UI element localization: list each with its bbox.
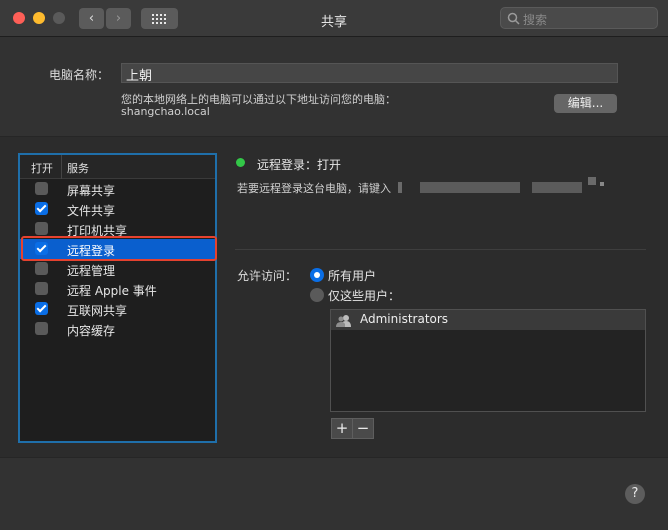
edit-button[interactable]: 编辑...: [554, 94, 617, 113]
search-placeholder: 搜索: [523, 13, 548, 27]
bottom-divider: [0, 457, 668, 458]
radio-only-these-users[interactable]: [310, 288, 324, 302]
local-address: shangchao.local: [121, 105, 210, 118]
service-checkbox[interactable]: [35, 202, 48, 215]
allow-access-label: 允许访问：: [237, 269, 298, 283]
column-header-on[interactable]: 打开: [31, 160, 53, 176]
service-checkbox[interactable]: [35, 322, 48, 335]
service-checkbox[interactable]: [35, 182, 48, 195]
service-row-internet-sharing[interactable]: 互联网共享: [20, 299, 215, 319]
service-row-remote-apple-events[interactable]: 远程 Apple 事件: [20, 279, 215, 299]
service-label: 远程管理: [67, 264, 116, 278]
computer-name-input[interactable]: 上朝: [121, 63, 618, 84]
service-label: 屏幕共享: [67, 184, 116, 198]
radio-all-users[interactable]: [310, 268, 324, 282]
remove-user-button[interactable]: −: [352, 418, 374, 439]
column-separator: [61, 155, 62, 179]
user-row-administrators[interactable]: Administrators: [331, 310, 645, 330]
search-icon: [507, 12, 520, 25]
user-name: Administrators: [360, 312, 449, 326]
selection-highlight-outline: [21, 236, 217, 261]
status-indicator-icon: [236, 158, 245, 167]
service-checkbox[interactable]: [35, 222, 48, 235]
service-checkbox[interactable]: [35, 282, 48, 295]
add-user-button[interactable]: +: [331, 418, 353, 439]
service-label: 内容缓存: [67, 324, 116, 338]
service-row-file-sharing[interactable]: 文件共享: [20, 199, 215, 219]
redacted-address: [398, 177, 604, 193]
computer-name-value: 上朝: [126, 69, 153, 84]
service-label: 文件共享: [67, 204, 116, 218]
service-label: 互联网共享: [67, 304, 128, 318]
service-checkbox[interactable]: [35, 262, 48, 275]
service-checkbox[interactable]: [35, 302, 48, 315]
service-label: 远程 Apple 事件: [67, 284, 157, 298]
radio-only-these-users-label[interactable]: 仅这些用户：: [328, 287, 400, 304]
group-icon: [336, 315, 351, 327]
column-header-service[interactable]: 服务: [67, 160, 89, 176]
search-field[interactable]: 搜索: [500, 7, 658, 29]
help-button[interactable]: ?: [625, 484, 645, 504]
service-row-remote-management[interactable]: 远程管理: [20, 259, 215, 279]
computer-name-label: 电脑名称：: [49, 68, 110, 82]
service-row-content-caching[interactable]: 内容缓存: [20, 319, 215, 339]
remote-login-instruction: 若要远程登录这台电脑，请键入: [237, 182, 391, 195]
service-row-screen-sharing[interactable]: 屏幕共享: [20, 179, 215, 199]
radio-all-users-label[interactable]: 所有用户: [328, 267, 376, 284]
detail-divider: [235, 249, 646, 250]
service-status: 远程登录：打开: [257, 158, 342, 172]
